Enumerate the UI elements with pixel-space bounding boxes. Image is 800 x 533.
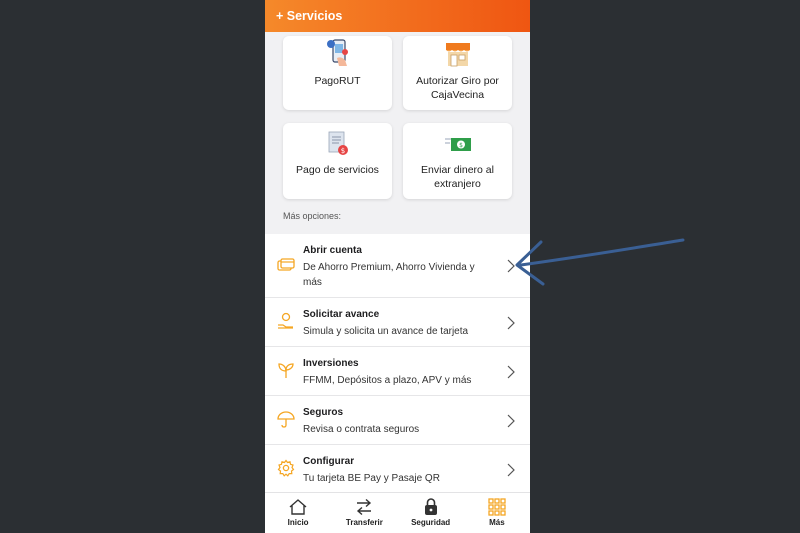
nav-label: Inicio — [287, 518, 309, 527]
chevron-right-icon — [507, 463, 515, 477]
transfer-arrows-icon — [357, 498, 372, 516]
option-solicitar-avance[interactable]: Solicitar avance Simula y solicita un av… — [265, 298, 530, 347]
header-title: + Servicios — [276, 9, 343, 23]
option-seguros[interactable]: Seguros Revisa o contrata seguros — [265, 396, 530, 445]
svg-text:$: $ — [340, 147, 344, 155]
svg-text:$: $ — [459, 142, 463, 149]
option-title: Inversiones — [303, 358, 359, 369]
option-inversiones[interactable]: Inversiones FFMM, Depósitos a plazo, APV… — [265, 347, 530, 396]
lock-icon — [424, 498, 437, 515]
storefront-icon — [443, 36, 473, 68]
nav-label: Transferir — [345, 518, 383, 527]
option-title: Configurar — [303, 456, 355, 467]
gear-icon — [277, 459, 295, 477]
card-stack-icon — [277, 258, 295, 271]
options-list: Abrir cuenta De Ahorro Premium, Ahorro V… — [265, 234, 530, 494]
card-enviar-dinero[interactable]: $ Enviar dinero al extranjero — [403, 123, 512, 199]
card-autorizar-giro[interactable]: Autorizar Giro por CajaVecina — [403, 36, 512, 110]
option-subtitle: FFMM, Depósitos a plazo, APV y más — [303, 375, 472, 386]
chevron-right-icon — [507, 414, 515, 428]
option-subtitle: De Ahorro Premium, Ahorro Vivienda y más — [303, 262, 475, 288]
phone-rut-icon — [325, 36, 351, 68]
grid-icon — [488, 498, 506, 516]
umbrella-icon — [277, 411, 295, 428]
home-icon — [289, 499, 307, 515]
card-label: Autorizar Giro por CajaVecina — [416, 75, 499, 101]
bottom-nav: Inicio Transferir Seguridad Más — [265, 492, 530, 533]
option-subtitle: Tu tarjeta BE Pay y Pasaje QR — [303, 473, 440, 484]
nav-inicio[interactable]: Inicio — [265, 493, 331, 533]
nav-mas[interactable]: Más — [464, 493, 530, 533]
option-configurar[interactable]: Configurar Tu tarjeta BE Pay y Pasaje QR — [265, 445, 530, 494]
option-abrir-cuenta[interactable]: Abrir cuenta De Ahorro Premium, Ahorro V… — [265, 234, 530, 298]
card-label: PagoRUT — [314, 75, 361, 87]
card-pago-servicios[interactable]: $ Pago de servicios — [283, 123, 392, 199]
bill-payment-icon: $ — [326, 123, 350, 157]
option-title: Abrir cuenta — [303, 245, 362, 256]
nav-label: Seguridad — [411, 518, 451, 527]
money-transfer-icon: $ — [443, 123, 473, 157]
option-title: Seguros — [303, 407, 344, 418]
chevron-right-icon — [507, 365, 515, 379]
plant-icon — [278, 363, 294, 378]
nav-transferir[interactable]: Transferir — [331, 493, 397, 533]
nav-seguridad[interactable]: Seguridad — [398, 493, 464, 533]
more-options-label: Más opciones: — [283, 211, 342, 221]
chevron-right-icon — [507, 316, 515, 330]
card-pagorut[interactable]: PagoRUT — [283, 36, 392, 110]
option-subtitle: Simula y solicita un avance de tarjeta — [303, 326, 469, 337]
option-subtitle: Revisa o contrata seguros — [303, 424, 420, 435]
annotation-arrow — [515, 238, 685, 286]
option-title: Solicitar avance — [303, 309, 380, 320]
phone-screen: + Servicios PagoRUT Autorizar Giro por C… — [265, 0, 530, 533]
header-bar[interactable]: + Servicios — [265, 0, 530, 32]
card-label: Pago de servicios — [296, 164, 379, 176]
card-label: Enviar dinero al extranjero — [421, 164, 494, 190]
hand-coin-icon — [278, 312, 293, 329]
nav-label: Más — [489, 518, 505, 527]
